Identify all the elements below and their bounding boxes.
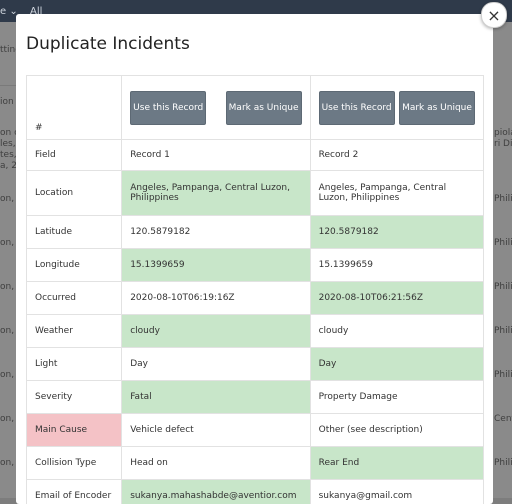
row-label: Light xyxy=(27,348,122,381)
mark-unique-record2-button[interactable]: Mark as Unique xyxy=(399,91,475,125)
record1-value[interactable]: cloudy xyxy=(122,315,310,348)
record1-header: Record 1 xyxy=(122,140,310,171)
row-label: Email of Encoder xyxy=(27,480,122,504)
record1-value[interactable]: 120.5879182 xyxy=(122,216,310,249)
row-label: Collision Type xyxy=(27,447,122,480)
record2-value[interactable]: Angeles, Pampanga, Central Luzon, Philip… xyxy=(310,171,483,216)
record1-value[interactable]: 15.1399659 xyxy=(122,249,310,282)
bg-text: ion xyxy=(0,97,14,108)
use-record2-button[interactable]: Use this Record xyxy=(319,91,395,125)
record2-value[interactable]: 2020-08-10T06:21:56Z xyxy=(310,282,483,315)
bg-text: Phili xyxy=(494,238,512,249)
row-label: Longitude xyxy=(27,249,122,282)
record1-value[interactable]: Vehicle defect xyxy=(122,414,310,447)
record1-value[interactable]: sukanya.mahashabde@aventior.com xyxy=(122,480,310,504)
record2-header: Record 2 xyxy=(310,140,483,171)
modal-title: Duplicate Incidents xyxy=(26,34,190,54)
row-label: Severity xyxy=(27,381,122,414)
use-record1-button[interactable]: Use this Record xyxy=(130,91,206,125)
bg-text: ri Dist xyxy=(494,139,512,150)
bg-text: Phili xyxy=(494,194,512,205)
record2-value[interactable]: Day xyxy=(310,348,483,381)
close-icon: × xyxy=(487,6,500,25)
row-label: Location xyxy=(27,171,122,216)
table-row: Email of Encoder sukanya.mahashabde@aven… xyxy=(27,480,484,504)
table-row: Occurred 2020-08-10T06:19:16Z 2020-08-10… xyxy=(27,282,484,315)
field-header: Field xyxy=(27,140,122,171)
duplicate-incidents-modal: Duplicate Incidents # Use this Record Ma… xyxy=(16,14,493,504)
table-row: Main Cause Vehicle defect Other (see des… xyxy=(27,414,484,447)
record1-actions: Use this Record Mark as Unique xyxy=(122,76,310,140)
record1-value[interactable]: Head on xyxy=(122,447,310,480)
duplicate-comparison-table: # Use this Record Mark as Unique Use thi… xyxy=(26,75,484,504)
record2-value[interactable]: 15.1399659 xyxy=(310,249,483,282)
table-row: Collision Type Head on Rear End xyxy=(27,447,484,480)
bg-text: Phili xyxy=(494,282,512,293)
row-label: Weather xyxy=(27,315,122,348)
table-row: Light Day Day xyxy=(27,348,484,381)
bg-text: Cent xyxy=(494,414,512,425)
table-header-row: Field Record 1 Record 2 xyxy=(27,140,484,171)
mark-unique-record1-button[interactable]: Mark as Unique xyxy=(226,91,302,125)
record2-value[interactable]: cloudy xyxy=(310,315,483,348)
table-row: Severity Fatal Property Damage xyxy=(27,381,484,414)
record1-value[interactable]: 2020-08-10T06:19:16Z xyxy=(122,282,310,315)
table-row: Longitude 15.1399659 15.1399659 xyxy=(27,249,484,282)
record1-value[interactable]: Day xyxy=(122,348,310,381)
table-row: Location Angeles, Pampanga, Central Luzo… xyxy=(27,171,484,216)
record2-value[interactable]: Property Damage xyxy=(310,381,483,414)
table-row: Weather cloudy cloudy xyxy=(27,315,484,348)
actions-row: # Use this Record Mark as Unique Use thi… xyxy=(27,76,484,140)
table-row: Latitude 120.5879182 120.5879182 xyxy=(27,216,484,249)
record1-value[interactable]: Angeles, Pampanga, Central Luzon, Philip… xyxy=(122,171,310,216)
row-label-conflict: Main Cause xyxy=(27,414,122,447)
record2-value[interactable]: 120.5879182 xyxy=(310,216,483,249)
bg-text: Phili xyxy=(494,370,512,381)
close-button[interactable]: × xyxy=(481,2,507,28)
bg-divider xyxy=(0,85,16,86)
row-label: Occurred xyxy=(27,282,122,315)
bg-text: piola xyxy=(494,128,512,139)
record2-value[interactable]: Rear End xyxy=(310,447,483,480)
record1-value[interactable]: Fatal xyxy=(122,381,310,414)
record2-value[interactable]: Other (see description) xyxy=(310,414,483,447)
row-label: Latitude xyxy=(27,216,122,249)
record2-value[interactable]: sukanya@gmail.com xyxy=(310,480,483,504)
hash-header: # xyxy=(27,76,122,140)
bg-text: Phili xyxy=(494,458,512,469)
record2-actions: Use this Record Mark as Unique xyxy=(310,76,483,140)
bg-text: Phili xyxy=(494,326,512,337)
topbar-menu-fragment[interactable]: e ⌄ xyxy=(0,6,18,17)
